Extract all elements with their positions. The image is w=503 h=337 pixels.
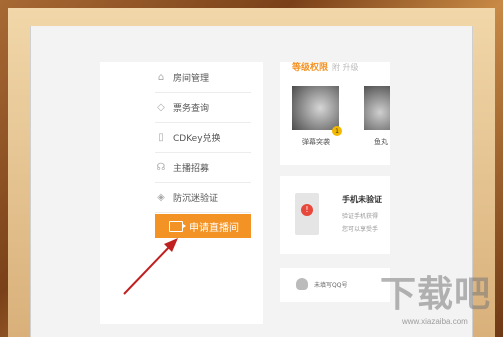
qq-status-text: 未填写QQ号 bbox=[314, 282, 348, 289]
danmu-attack-thumbnail[interactable] bbox=[292, 86, 339, 130]
menu-item-anti-addiction[interactable]: ◈ 防沉迷验证 bbox=[155, 182, 251, 213]
level-badge: 1 bbox=[332, 126, 342, 136]
phone-verify-panel: ! 手机未验证 验证手机获得 您可以享受手 bbox=[280, 176, 390, 254]
home-icon: ⌂ bbox=[157, 71, 165, 83]
cdkey-icon: ▯ bbox=[158, 131, 164, 143]
menu-item-cdkey[interactable]: ▯ CDKey兑换 bbox=[155, 122, 251, 153]
menu-item-label: 防沉迷验证 bbox=[173, 193, 219, 204]
card-caption: 鱼丸 bbox=[374, 138, 388, 146]
red-arrow-annotation bbox=[123, 238, 178, 295]
shield-icon: ◈ bbox=[157, 191, 165, 203]
menu-item-label: 票务查询 bbox=[173, 103, 210, 114]
watermark-url: www.xiazaiba.com bbox=[402, 317, 468, 326]
panel-title-suffix: 附 升级 bbox=[332, 63, 359, 72]
menu-item-label: 主播招募 bbox=[173, 163, 210, 174]
qq-icon bbox=[296, 278, 308, 290]
level-permission-panel: 等级权限附 升级 1 弹幕突袭 鱼丸 bbox=[280, 62, 390, 165]
watermark: 下载吧 www.xiazaiba.com bbox=[380, 265, 500, 335]
menu-item-ticket[interactable]: ◇ 票务查询 bbox=[155, 92, 251, 123]
phone-verify-line: 验证手机获得 bbox=[342, 213, 379, 220]
menu-item-room[interactable]: ⌂ 房间管理 bbox=[155, 62, 251, 93]
menu-item-recruit[interactable]: ☊ 主播招募 bbox=[155, 152, 251, 183]
phone-verify-title: 手机未验证 bbox=[342, 195, 382, 204]
menu-item-label: 房间管理 bbox=[173, 73, 210, 84]
menu-item-label: CDKey兑换 bbox=[173, 133, 221, 144]
recruit-icon: ☊ bbox=[156, 161, 166, 173]
qq-panel: 未填写QQ号 bbox=[280, 268, 390, 302]
apply-live-room-label: 申请直播间 bbox=[189, 222, 239, 234]
phone-icon: ! bbox=[295, 193, 319, 235]
live-tv-icon bbox=[169, 220, 186, 232]
fish-ball-thumbnail[interactable] bbox=[364, 86, 390, 130]
alert-icon: ! bbox=[301, 204, 313, 216]
card-caption: 弹幕突袭 bbox=[302, 138, 330, 146]
phone-verify-line: 您可以享受手 bbox=[342, 226, 379, 233]
watermark-logo: 下载吧 bbox=[380, 273, 492, 314]
panel-title: 等级权限附 升级 bbox=[292, 63, 359, 73]
ticket-icon: ◇ bbox=[157, 101, 165, 113]
